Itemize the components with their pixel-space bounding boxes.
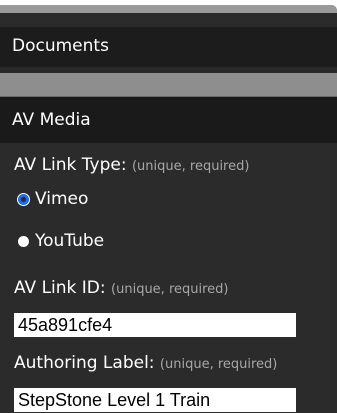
av-link-type-hint: (unique, required) [131, 159, 250, 174]
section-header-av-media[interactable]: AV Media [0, 97, 337, 143]
radio-label-youtube: YouTube [35, 231, 105, 251]
section-spacer-strip [0, 73, 337, 97]
radio-option-youtube[interactable]: YouTube [18, 230, 104, 252]
authoring-label-input[interactable]: StepStone Level 1 Train [14, 388, 296, 412]
av-link-type-label: AV Link Type: (unique, required) [14, 155, 249, 175]
av-link-type-label-text: AV Link Type: [14, 155, 127, 175]
authoring-label-label-text: Authoring Label: [14, 353, 155, 373]
av-link-id-input[interactable]: 45a891cfe4 [14, 313, 296, 337]
authoring-label-label: Authoring Label: (unique, required) [14, 353, 277, 373]
editor-panel: Documents AV Media AV Link Type: (unique… [0, 5, 337, 413]
section-header-documents[interactable]: Documents [0, 27, 337, 67]
radio-label-vimeo: Vimeo [35, 189, 89, 209]
panel-top-strip [0, 5, 337, 13]
av-link-id-hint: (unique, required) [111, 282, 229, 297]
radio-option-vimeo[interactable]: Vimeo [18, 188, 88, 210]
authoring-label-hint: (unique, required) [159, 357, 278, 372]
av-link-id-label: AV Link ID: (unique, required) [14, 278, 229, 298]
av-link-id-label-text: AV Link ID: [14, 278, 106, 298]
av-media-editor: Documents AV Media AV Link Type: (unique… [0, 0, 337, 413]
radio-unselected-icon[interactable] [18, 235, 29, 247]
av-media-form: AV Link Type: (unique, required) Vimeo Y… [0, 143, 337, 413]
radio-selected-icon[interactable] [18, 193, 29, 205]
